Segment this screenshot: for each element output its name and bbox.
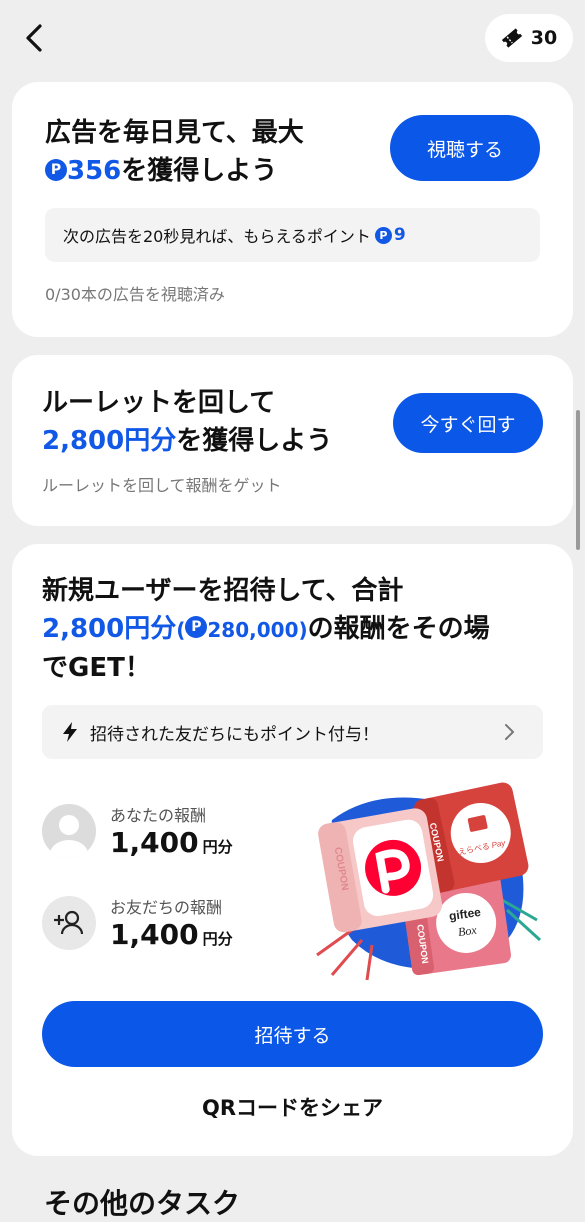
next-ad-info-text: 次の広告を20秒見れば、もらえるポイント (63, 227, 371, 246)
roulette-title-suffix: を獲得しよう (176, 426, 333, 456)
invite-total-amount: 2,800円分 (42, 614, 177, 644)
chevron-right-icon (505, 724, 514, 740)
roulette-amount: 2,800円分 (42, 426, 177, 456)
back-button[interactable] (18, 20, 54, 56)
invite-button[interactable]: 招待する (42, 1001, 543, 1067)
ads-card-title: 広告を毎日見て、最大 P 356を獲得しよう (45, 114, 304, 190)
invite-total-points: 280,000 (207, 618, 299, 642)
point-coin-icon: P (45, 158, 67, 181)
ads-title-suffix: を獲得しよう (121, 156, 278, 186)
point-coin-icon: P (374, 226, 392, 244)
roulette-card: ルーレットを回して 2,800円分を獲得しよう 今すぐ回す ルーレットを回して報… (12, 355, 573, 526)
next-ad-points: 9 (393, 225, 406, 245)
friend-bonus-text: 招待された友だちにもポイント付与！ (90, 724, 379, 745)
invite-paren-open: ( (176, 618, 186, 642)
invite-title-line1: 新規ユーザーを招待して、合計 (42, 576, 404, 606)
watch-ads-card: 広告を毎日見て、最大 P 356を獲得しよう 視聴する 次の広告を20秒見れば、も… (12, 82, 573, 337)
friend-reward-row: お友だちの報酬 1,400 円分 (42, 894, 233, 951)
ads-title-line1: 広告を毎日見て、最大 (45, 118, 304, 148)
avatar (42, 803, 96, 858)
ads-max-points: 356 (67, 156, 122, 186)
friend-reward-label: お友だちの報酬 (110, 898, 223, 917)
next-ad-info-box: 次の広告を20秒見れば、もらえるポイント P 9 (45, 208, 540, 262)
invite-title-line3: でGET！ (42, 653, 151, 683)
invite-card: 新規ユーザーを招待して、合計 2,800円分(P 280,000)の報酬をその場 … (12, 544, 573, 1156)
friend-bonus-banner[interactable]: 招待された友だちにもポイント付与！ (42, 705, 543, 759)
scrollbar[interactable] (576, 410, 580, 550)
my-reward-label: あなたの報酬 (110, 806, 207, 825)
lightning-icon (63, 722, 77, 742)
invite-title-line2: 2,800円分(P 280,000)の報酬をその場 (42, 610, 490, 649)
friend-reward-unit: 円分 (202, 930, 233, 948)
other-tasks-heading: その他のタスク (44, 1187, 241, 1220)
ticket-points-count: 30 (530, 27, 558, 49)
user-avatar-icon (50, 814, 88, 858)
roulette-subtitle: ルーレットを回して報酬をゲット (42, 476, 282, 495)
roulette-title-line1: ルーレットを回して (42, 388, 276, 418)
my-reward-row: あなたの報酬 1,400 円分 (42, 802, 233, 859)
chevron-left-icon (26, 24, 42, 52)
top-bar: 30 (0, 0, 585, 80)
my-reward-unit: 円分 (202, 838, 233, 856)
roulette-card-title: ルーレットを回して 2,800円分を獲得しよう (42, 384, 332, 460)
invite-title-suffix: の報酬をその場 (307, 614, 490, 644)
ads-watched-progress: 0/30本の広告を視聴済み (45, 285, 225, 304)
ticket-icon (501, 28, 522, 48)
share-qr-code-link[interactable]: QRコードをシェア (12, 1092, 573, 1122)
ticket-points-chip[interactable]: 30 (485, 14, 573, 62)
giftee-box-text: Box (457, 923, 478, 940)
invite-paren-close: ) (298, 618, 308, 642)
point-coin-icon: P (185, 615, 208, 638)
my-reward-value: 1,400 (110, 826, 199, 859)
friend-reward-value: 1,400 (110, 918, 199, 951)
ads-title-line2: P 356を獲得しよう (45, 152, 304, 190)
watch-ad-button[interactable]: 視聴する (390, 115, 540, 181)
spin-now-button[interactable]: 今すぐ回す (393, 393, 543, 453)
add-friend-icon (54, 910, 84, 934)
roulette-title-line2: 2,800円分を獲得しよう (42, 422, 332, 460)
add-friend-avatar (42, 895, 96, 950)
coupon-illustration: COUPON giftee Box COUPON えらべる Pay COUPON (316, 782, 542, 980)
invite-card-title: 新規ユーザーを招待して、合計 2,800円分(P 280,000)の報酬をその場 … (42, 572, 490, 687)
